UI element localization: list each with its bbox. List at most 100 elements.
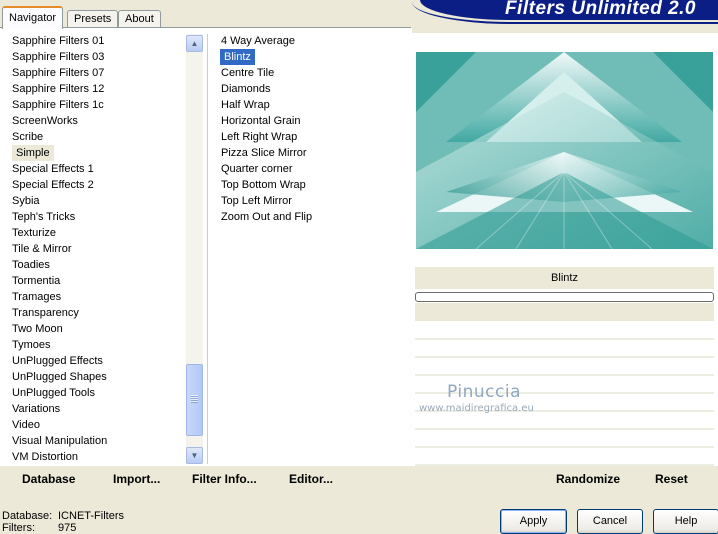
category-scrollbar[interactable]: ▲ ▼	[186, 34, 203, 464]
filter-item-label: Zoom Out and Flip	[221, 211, 313, 223]
parameter-row	[415, 322, 714, 340]
filter-item[interactable]: Half Wrap	[218, 97, 398, 113]
filter-item-label: Half Wrap	[221, 99, 270, 111]
filter-info-button[interactable]: Filter Info...	[192, 472, 257, 486]
category-item[interactable]: Video	[8, 417, 186, 433]
category-item-label: VM Distortion	[12, 451, 79, 463]
scroll-thumb[interactable]	[186, 364, 203, 436]
category-item[interactable]: Transparency	[8, 305, 186, 321]
category-item[interactable]: Sapphire Filters 07	[8, 65, 186, 81]
editor-button[interactable]: Editor...	[289, 472, 333, 486]
category-item-label: Video	[12, 419, 40, 431]
tab-strip: Navigator Presets About	[0, 0, 420, 29]
category-item[interactable]: UnPlugged Effects	[8, 353, 186, 369]
category-item[interactable]: Tormentia	[8, 273, 186, 289]
filter-item-label: Top Left Mirror	[221, 195, 292, 207]
database-button[interactable]: Database	[22, 472, 75, 486]
filter-item[interactable]: Pizza Slice Mirror	[218, 145, 398, 161]
category-item[interactable]: Tymoes	[8, 337, 186, 353]
tab-navigator[interactable]: Navigator	[2, 6, 64, 29]
category-item-label: Scribe	[12, 131, 44, 143]
apply-button[interactable]: Apply	[500, 509, 567, 534]
category-item[interactable]: Sapphire Filters 12	[8, 81, 186, 97]
filter-item[interactable]: Diamonds	[218, 81, 398, 97]
category-item[interactable]: UnPlugged Tools	[8, 385, 186, 401]
category-item[interactable]: Special Effects 1	[8, 161, 186, 177]
category-item-label: Tile & Mirror	[12, 243, 72, 255]
category-item-label: Simple	[12, 145, 54, 161]
filter-item-label: Horizontal Grain	[221, 115, 301, 127]
filter-item[interactable]: Blintz	[218, 49, 398, 65]
filter-item[interactable]: Top Left Mirror	[218, 193, 398, 209]
reset-button[interactable]: Reset	[655, 472, 688, 486]
filter-item-label: Left Right Wrap	[221, 131, 298, 143]
category-item[interactable]: Sybia	[8, 193, 186, 209]
filter-item-label: Blintz	[220, 49, 255, 65]
list-divider	[207, 34, 208, 464]
filters-count-label: Filters:	[2, 522, 35, 534]
category-list[interactable]: Sapphire Filters 01 Sapphire Filters 03 Sa…	[8, 33, 186, 465]
category-item-label: Sapphire Filters 12	[12, 83, 105, 95]
filter-item[interactable]: Horizontal Grain	[218, 113, 398, 129]
category-item-label: Tramages	[12, 291, 62, 303]
category-item[interactable]: Tramages	[8, 289, 186, 305]
category-item-label: Sapphire Filters 03	[12, 51, 105, 63]
filter-item[interactable]: Centre Tile	[218, 65, 398, 81]
scroll-up-arrow-icon[interactable]: ▲	[186, 35, 203, 52]
filter-list[interactable]: 4 Way Average Blintz Centre Tile Diamonds Ha…	[218, 33, 398, 225]
category-item-label: Sapphire Filters 1c	[12, 99, 104, 111]
filter-item-label: 4 Way Average	[221, 35, 295, 47]
category-item[interactable]: Tile & Mirror	[8, 241, 186, 257]
database-status-value: ICNET-Filters	[58, 510, 124, 522]
filter-item-label: Top Bottom Wrap	[221, 179, 306, 191]
category-item-label: UnPlugged Shapes	[12, 371, 107, 383]
randomize-button[interactable]: Randomize	[556, 472, 620, 486]
category-item-label: ScreenWorks	[12, 115, 78, 127]
category-item[interactable]: ScreenWorks	[8, 113, 186, 129]
category-item[interactable]: Toadies	[8, 257, 186, 273]
category-item[interactable]: Special Effects 2	[8, 177, 186, 193]
filter-item-label: Diamonds	[221, 83, 271, 95]
filter-item-label: Quarter corner	[221, 163, 293, 175]
import-button[interactable]: Import...	[113, 472, 160, 486]
filter-item[interactable]: Quarter corner	[218, 161, 398, 177]
parameter-row	[415, 358, 714, 376]
category-item[interactable]: VM Distortion	[8, 449, 186, 465]
scroll-down-arrow-icon[interactable]: ▼	[186, 447, 203, 464]
category-item-label: Tormentia	[12, 275, 61, 287]
category-item-label: Tymoes	[12, 339, 51, 351]
scroll-grip-icon	[191, 395, 198, 403]
category-item[interactable]: Two Moon	[8, 321, 186, 337]
category-item[interactable]: Sapphire Filters 03	[8, 49, 186, 65]
category-item-label: Sybia	[12, 195, 40, 207]
category-item[interactable]: Scribe	[8, 129, 186, 145]
navigator-toolbar: Database Import... Filter Info... Editor…	[0, 466, 411, 492]
category-item[interactable]: Variations	[8, 401, 186, 417]
category-item-label: Sapphire Filters 07	[12, 67, 105, 79]
parameter-row	[415, 448, 714, 466]
category-item[interactable]: Sapphire Filters 01	[8, 33, 186, 49]
filter-item[interactable]: 4 Way Average	[218, 33, 398, 49]
app-title: Filters Unlimited 2.0	[504, 0, 696, 19]
category-item-label: Special Effects 2	[12, 179, 94, 191]
category-item-label: Visual Manipulation	[12, 435, 108, 447]
filter-item[interactable]: Left Right Wrap	[218, 129, 398, 145]
category-item[interactable]: UnPlugged Shapes	[8, 369, 186, 385]
category-item[interactable]: Sapphire Filters 1c	[8, 97, 186, 113]
database-status-label: Database:	[2, 510, 53, 522]
category-item-label: Texturize	[12, 227, 57, 239]
category-item[interactable]: Texturize	[8, 225, 186, 241]
category-item[interactable]: Visual Manipulation	[8, 433, 186, 449]
progress-bar	[415, 292, 714, 302]
category-item[interactable]: Simple	[8, 145, 186, 161]
selected-filter-name: Blintz	[415, 267, 714, 289]
tab-about[interactable]: About	[118, 10, 161, 27]
category-item[interactable]: Teph's Tricks	[8, 209, 186, 225]
filter-item[interactable]: Zoom Out and Flip	[218, 209, 398, 225]
parameter-row	[415, 412, 714, 430]
category-item-label: Toadies	[12, 259, 50, 271]
help-button[interactable]: Help	[653, 509, 718, 534]
tab-presets[interactable]: Presets	[67, 10, 119, 27]
filter-item[interactable]: Top Bottom Wrap	[218, 177, 398, 193]
cancel-button[interactable]: Cancel	[577, 509, 643, 534]
